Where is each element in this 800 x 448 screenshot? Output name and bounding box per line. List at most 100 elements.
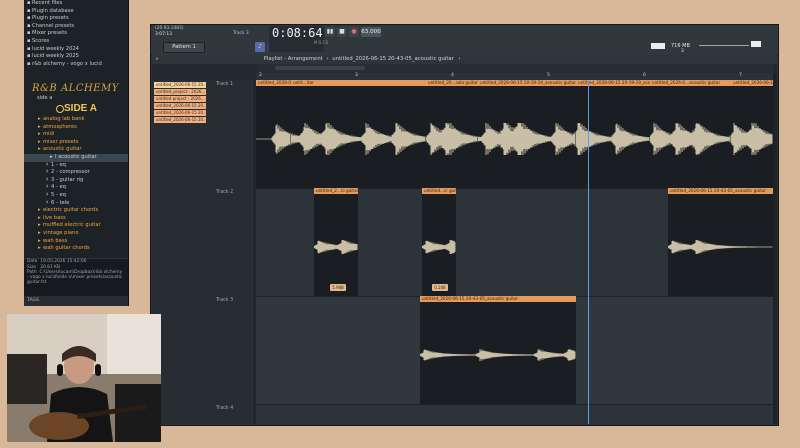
ruler-mark: 7 xyxy=(739,73,742,78)
browser-item[interactable]: ▪Plugin presets xyxy=(24,15,128,23)
browser-item-label: Channel presets xyxy=(32,22,75,29)
audio-clip[interactable]: untitled_2...lo guitar xyxy=(314,188,358,296)
browser-sub-item-label: midi xyxy=(43,131,55,138)
browser-item[interactable]: ▪Recent files xyxy=(24,0,128,8)
waveform xyxy=(420,349,576,361)
audio-clip[interactable]: untit...itar xyxy=(291,80,426,188)
browser-sub-item[interactable]: ▸ atmospheres xyxy=(24,124,128,132)
info-size-value: 20.81 KB xyxy=(40,264,61,270)
side-a-title: SIDE A xyxy=(64,103,97,114)
browser-sub-item[interactable]: ▸ l acoustic guitar xyxy=(24,153,128,162)
folder-side-a[interactable]: side a xyxy=(24,95,128,103)
browser-sub-item[interactable]: ♯ 5 - eq xyxy=(24,192,128,200)
browser-sub-item[interactable]: ♯ 3 - guitar rig xyxy=(24,177,128,185)
audio-clip[interactable]: untitled_2026-06-15 20-43-05_acoustic gu… xyxy=(668,188,773,296)
browser-item[interactable]: ▪Mixer presets xyxy=(24,30,128,38)
playlist-header: ▸ Playlist - Arrangement › untitled_2026… xyxy=(152,55,777,64)
browser-sub-item-label: muffled electric guitar xyxy=(43,222,101,229)
browser-sub-item-label: live bass xyxy=(43,214,66,221)
browser-sub-item-label: 4 - eq xyxy=(51,184,66,191)
waveform xyxy=(478,123,576,155)
browser-item[interactable]: ▪r&b alchemy - vogo x lucid xyxy=(24,61,128,69)
browser-sub-item[interactable]: ▸ muffled electric guitar xyxy=(24,222,128,230)
pattern-selector[interactable]: Pattern 1 xyxy=(163,42,205,53)
browser-sub-item-label: mixer presets xyxy=(43,138,79,145)
webcam-image xyxy=(7,314,161,442)
title-strip: (20.93.1483) 3:07:13 Track 3 xyxy=(151,25,778,39)
playlist-menu-icon[interactable]: ▸ xyxy=(152,55,164,64)
browser-sub-item[interactable]: ♯ 4 - eq xyxy=(24,184,128,192)
browser-sub-item[interactable]: ▸ electric guitar chords xyxy=(24,207,128,215)
audio-clip[interactable]: untitled_20...solo guitar xyxy=(426,80,478,188)
alchemy-logo: R&B ALCHEMY xyxy=(32,83,119,94)
song-mode-icon[interactable]: ♪ xyxy=(255,42,265,52)
time-unit: M:S:CS xyxy=(314,40,329,45)
audio-clip[interactable]: untitled...ic guitar xyxy=(422,188,456,296)
browser-sub-item[interactable]: ▸ midi xyxy=(24,131,128,139)
browser-item[interactable]: ▪lucid weekly 2025 xyxy=(24,53,128,61)
track-lane[interactable] xyxy=(256,404,773,424)
browser-sub-item-label: vintage piano xyxy=(43,229,79,236)
audio-clip[interactable]: untitled_2026-06-15 20-... xyxy=(731,80,773,188)
audio-clip[interactable]: untitled_2026-06-15 20-19-19_acoustic gu… xyxy=(478,80,576,188)
browser-sub-item[interactable]: ▸ wah guitar chords xyxy=(24,245,128,253)
clip-pool-item[interactable]: untitled_project - 2026... xyxy=(154,89,206,95)
browser-item[interactable]: ▪lucid weekly 2024 xyxy=(24,46,128,54)
file-info-panel: Date 19.05.2026 15:42:00 Size 20.81 KB P… xyxy=(24,258,128,299)
clip-pool-item[interactable]: untitled_2026-06-15 20... xyxy=(154,82,206,88)
track-list: untitled_2026-06-15 20... untitled_projec… xyxy=(152,80,255,424)
browser-item[interactable]: ▪Plugin database xyxy=(24,8,128,16)
waveform xyxy=(650,123,731,155)
arrangement-grid[interactable]: untitled_2026-06-15 20-19-19_acoustic gu… xyxy=(256,80,773,424)
playlist-chevron-icon[interactable]: › xyxy=(456,56,461,62)
ruler-mark: 6 xyxy=(643,73,646,78)
track-label[interactable]: Track 4 xyxy=(216,406,233,411)
browser-sub-item[interactable]: ♯ 1 - eq xyxy=(24,162,128,170)
browser-item[interactable]: ▪Scores xyxy=(24,38,128,46)
audio-clip[interactable]: untitled_2026-06-15 20-43-05_acoustic gu… xyxy=(420,296,576,404)
clip-pool-item[interactable]: untitled project - 2026... xyxy=(154,96,206,102)
browser-sub-item[interactable]: ♯ 6 - tele xyxy=(24,200,128,208)
audio-clip[interactable]: untitled_2026-0...acoustic guitar xyxy=(650,80,731,188)
waveform xyxy=(291,123,426,155)
clip-pool-item[interactable]: untitled_2026-06-15 20... xyxy=(154,117,206,123)
vertical-scrollbar[interactable] xyxy=(773,73,777,424)
cpu-display: 3 xyxy=(681,49,684,54)
browser-item-label: lucid weekly 2024 xyxy=(32,45,79,52)
browser-sub-item[interactable]: ▸ vintage piano xyxy=(24,230,128,238)
record-icon[interactable]: ● xyxy=(349,27,359,37)
overview-scrollbar[interactable] xyxy=(257,64,773,72)
browser-sub-item[interactable]: ▸ acoustic guitar xyxy=(24,146,128,154)
browser-sub-item[interactable]: ▸ analog lab bank xyxy=(24,116,128,124)
tags-label: TAGS xyxy=(27,298,39,303)
browser-sub-item[interactable]: ♯ 2 - compressor xyxy=(24,169,128,177)
browser-item-label: lucid weekly 2025 xyxy=(32,53,79,60)
play-pause-icon[interactable]: ▮▮ xyxy=(325,27,335,37)
track-label[interactable]: Track 1 xyxy=(216,82,233,87)
track-label[interactable]: Track 2 xyxy=(216,190,233,195)
browser-sub-item-label: electric guitar chords xyxy=(43,207,99,214)
browser-sub-item[interactable]: ▸ wah bass xyxy=(24,238,128,246)
browser-sub-item[interactable]: ▸ mixer presets xyxy=(24,139,128,147)
webcam-overlay xyxy=(7,314,161,442)
info-path-value: C:\Users\lucam\Dropbox\r&b alchemy - vog… xyxy=(27,270,123,286)
browser-item[interactable]: ▪Channel presets xyxy=(24,23,128,31)
master-volume-slider[interactable] xyxy=(699,45,749,46)
time-display: 0:08:64 xyxy=(272,26,323,40)
browser-sub-item-label: atmospheres xyxy=(43,123,77,130)
waveform xyxy=(314,240,358,254)
playlist-clip-name: untitled_2026-06-15 20-43-05_acoustic gu… xyxy=(332,56,454,62)
stop-icon[interactable]: ■ xyxy=(337,27,347,37)
clip-pool-item[interactable]: untitled_2026-06-15 20... xyxy=(154,110,206,116)
track-label[interactable]: Track 3 xyxy=(216,298,233,303)
track-indicator: Track 3 xyxy=(233,31,249,36)
playhead[interactable] xyxy=(588,80,589,424)
tags-bar[interactable]: TAGS xyxy=(24,296,128,306)
tempo-display[interactable]: 63.000 xyxy=(361,27,381,37)
clip-length-tag: 0.248 xyxy=(432,284,448,291)
clip-pool-item[interactable]: untitled_2026-06-15 20... xyxy=(154,103,206,109)
audio-clip[interactable]: untitled_2026-06-15 20-19-19_acoustic gu… xyxy=(256,80,291,188)
browser-sub-item[interactable]: ▸ live bass xyxy=(24,215,128,223)
browser-sub-item-label: l acoustic guitar xyxy=(55,153,97,160)
browser-item-label: Mixer presets xyxy=(32,30,67,37)
